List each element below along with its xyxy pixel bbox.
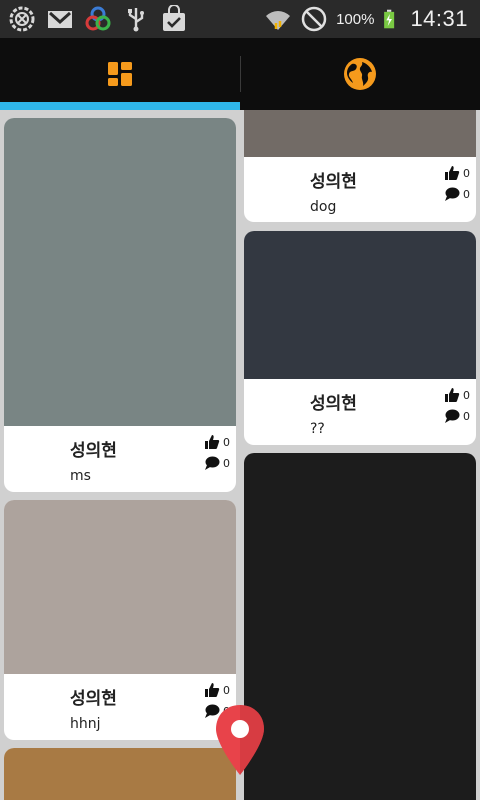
tab-bar — [0, 38, 480, 110]
like-count-value: 0 — [223, 683, 230, 697]
post-author: 성의현 — [310, 394, 357, 414]
comment-count-value: 0 — [463, 409, 470, 423]
post-caption: ms — [70, 468, 91, 484]
comment-count[interactable]: 0 — [444, 408, 470, 424]
shopping-bag-icon — [163, 5, 185, 31]
like-count-value: 0 — [463, 388, 470, 402]
post-author: 성의현 — [310, 172, 357, 192]
like-count[interactable]: 0 — [444, 387, 470, 403]
feed-grid[interactable]: 성의현 ms 0 0 성의현 hhnj 0 0 성의현 dog — [0, 110, 480, 800]
post-caption: ?? — [310, 421, 325, 437]
post-author: 성의현 — [70, 441, 117, 461]
like-count-value: 0 — [223, 435, 230, 449]
tab-world[interactable] — [240, 38, 480, 110]
post-card[interactable]: 성의현 ms 0 0 — [4, 118, 236, 492]
tab-feed[interactable] — [0, 38, 240, 110]
post-card[interactable]: 성의현 dog 0 0 — [244, 110, 476, 222]
like-count[interactable]: 0 — [444, 165, 470, 181]
post-caption: dog — [310, 199, 337, 215]
comment-count[interactable]: 0 — [444, 186, 470, 202]
sync-rings-icon — [85, 6, 111, 31]
post-photo[interactable] — [4, 500, 236, 674]
post-photo[interactable] — [4, 748, 236, 800]
usb-icon — [128, 8, 144, 32]
tab-selected-indicator — [0, 102, 240, 110]
battery-percent: 100% — [336, 10, 375, 28]
post-photo[interactable] — [4, 118, 236, 426]
post-card[interactable] — [4, 748, 236, 800]
speech-bubble-icon — [205, 456, 220, 470]
no-signal-icon — [301, 6, 327, 32]
thumbs-up-icon — [205, 683, 220, 697]
post-author: 성의현 — [70, 689, 117, 709]
speech-bubble-icon — [445, 187, 460, 201]
status-bar: 100% 14:31 — [0, 0, 480, 38]
post-card[interactable]: 성의현 ?? 0 0 — [244, 231, 476, 445]
post-card[interactable] — [244, 453, 476, 800]
clock: 14:31 — [410, 6, 468, 31]
map-pin-icon[interactable] — [214, 703, 266, 777]
system-icons: 100% 14:31 — [264, 5, 468, 33]
post-photo[interactable] — [244, 110, 476, 157]
post-photo[interactable] — [244, 453, 476, 800]
like-count-value: 0 — [463, 166, 470, 180]
comment-count-value: 0 — [463, 187, 470, 201]
grid-icon — [108, 62, 132, 86]
thumbs-up-icon — [445, 166, 460, 180]
globe-icon — [344, 58, 376, 90]
speech-bubble-icon — [445, 409, 460, 423]
mail-icon — [48, 11, 72, 28]
like-count[interactable]: 0 — [204, 682, 230, 698]
battery-charging-icon — [384, 9, 395, 29]
thumbs-up-icon — [445, 388, 460, 402]
post-caption: hhnj — [70, 716, 101, 732]
comment-count-value: 0 — [223, 456, 230, 470]
like-count[interactable]: 0 — [204, 434, 230, 450]
post-card[interactable]: 성의현 hhnj 0 0 — [4, 500, 236, 740]
notification-icons — [8, 5, 188, 33]
post-photo[interactable] — [244, 231, 476, 379]
comment-count[interactable]: 0 — [204, 455, 230, 471]
wifi-icon — [266, 11, 291, 30]
gear-badge-icon — [9, 6, 35, 32]
thumbs-up-icon — [205, 435, 220, 449]
